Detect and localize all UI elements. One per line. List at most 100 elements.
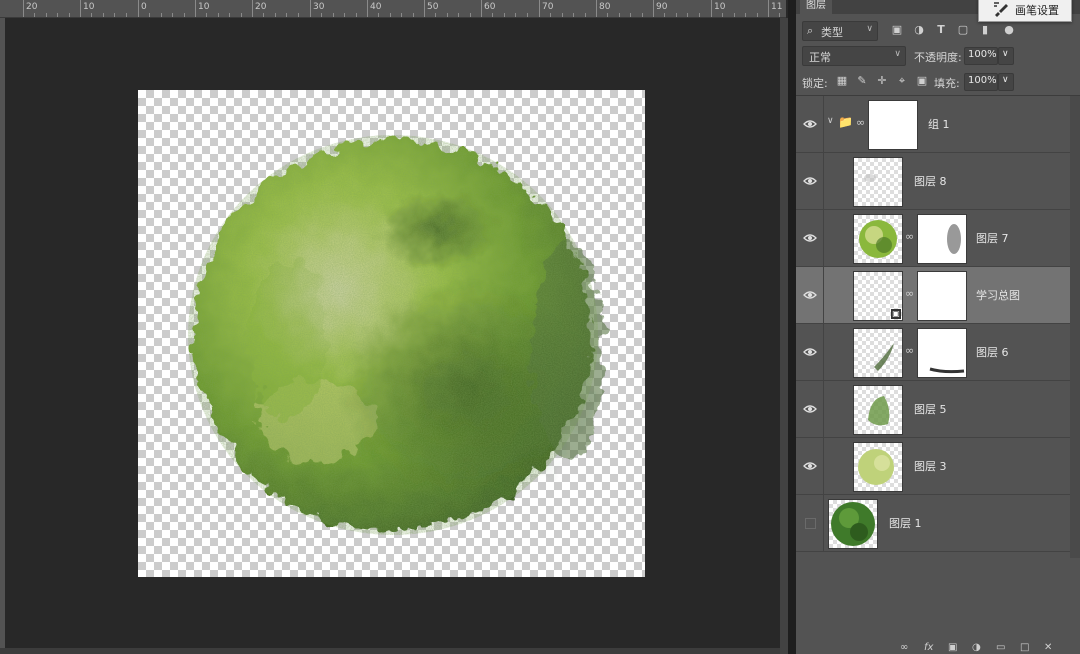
shape-filter-icon[interactable]: ▢ bbox=[956, 23, 970, 37]
eye-icon bbox=[803, 234, 817, 242]
ruler-major-tick bbox=[596, 0, 597, 17]
horizontal-ruler: 20 10 0 10 20 30 40 50 60 70 80 90 10 11 bbox=[0, 0, 786, 18]
ruler-label: 50 bbox=[427, 2, 439, 12]
layer-row-3[interactable]: 图层 3 bbox=[796, 438, 1070, 495]
visibility-toggle[interactable] bbox=[796, 495, 824, 551]
ruler-minor-tick bbox=[378, 13, 379, 17]
opacity-value: 100% bbox=[968, 49, 997, 60]
blend-mode-select[interactable]: 正常 ∨ bbox=[802, 46, 906, 66]
ruler-minor-tick bbox=[333, 13, 334, 17]
layer-style-icon[interactable]: fx bbox=[924, 642, 933, 653]
layer-row-5[interactable]: 图层 5 bbox=[796, 381, 1070, 438]
visibility-toggle[interactable] bbox=[796, 210, 824, 266]
link-layers-icon[interactable]: ∞ bbox=[900, 642, 908, 653]
fill-field[interactable]: 100% bbox=[964, 73, 998, 91]
ruler-minor-tick bbox=[722, 13, 723, 17]
text-filter-icon[interactable]: T bbox=[934, 23, 948, 37]
fill-dropdown[interactable]: ∨ bbox=[998, 73, 1014, 91]
layer-row-smart-object[interactable]: ▣ ∞ 学习总图 bbox=[796, 267, 1070, 324]
blend-row: 正常 ∨ 不透明度: 100% ∨ bbox=[796, 46, 1080, 68]
ruler-minor-tick bbox=[91, 13, 92, 17]
ruler-major-tick bbox=[80, 0, 81, 17]
document-workspace[interactable] bbox=[5, 18, 780, 648]
lock-all-icon[interactable]: ▣ bbox=[916, 75, 928, 87]
ruler-minor-tick bbox=[34, 13, 35, 17]
hidden-visibility-box bbox=[805, 518, 816, 529]
chevron-down-icon: ∨ bbox=[866, 24, 873, 34]
workspace-vertical-scrollbar[interactable] bbox=[780, 18, 788, 654]
artwork-green-sphere bbox=[188, 135, 603, 535]
visibility-toggle[interactable] bbox=[796, 96, 824, 152]
layer-mask-thumbnail[interactable] bbox=[917, 271, 967, 321]
lock-position-icon[interactable]: ✛ bbox=[876, 75, 888, 87]
layer-thumbnail bbox=[853, 385, 903, 435]
ruler-minor-tick bbox=[515, 13, 516, 17]
eye-icon bbox=[803, 120, 817, 128]
filter-toggle-icon[interactable]: ● bbox=[1002, 23, 1016, 37]
link-icon: ∞ bbox=[856, 116, 866, 129]
ruler-minor-tick bbox=[630, 13, 631, 17]
adjustment-layer-icon[interactable]: ◑ bbox=[972, 642, 981, 653]
visibility-toggle[interactable] bbox=[796, 153, 824, 209]
visibility-toggle[interactable] bbox=[796, 267, 824, 323]
ruler-minor-tick bbox=[642, 13, 643, 17]
ruler-minor-tick bbox=[46, 13, 47, 17]
ruler-minor-tick bbox=[229, 13, 230, 17]
ruler-minor-tick bbox=[607, 13, 608, 17]
tab-layers[interactable]: 图层 bbox=[800, 0, 832, 14]
visibility-toggle[interactable] bbox=[796, 324, 824, 380]
ruler-minor-tick bbox=[69, 13, 70, 17]
folder-icon: 📁 bbox=[838, 115, 853, 129]
ruler-minor-tick bbox=[492, 13, 493, 17]
layer-row-group-1[interactable]: ∨ 📁 ∞ 组 1 bbox=[796, 96, 1070, 153]
smart-object-filter-icon[interactable]: ▮ bbox=[978, 23, 992, 37]
ruler-label: 70 bbox=[542, 2, 554, 12]
adjustment-filter-icon[interactable]: ◑ bbox=[912, 23, 926, 37]
opacity-dropdown[interactable]: ∨ bbox=[998, 47, 1014, 65]
layer-mask-thumbnail[interactable] bbox=[917, 328, 967, 378]
ruler-minor-tick bbox=[275, 13, 276, 17]
ruler-minor-tick bbox=[504, 13, 505, 17]
layer-name: 图层 7 bbox=[976, 232, 1009, 245]
new-group-icon[interactable]: ▭ bbox=[996, 642, 1005, 653]
lock-transparent-pixels-icon[interactable]: ▦ bbox=[836, 75, 848, 87]
ruler-label: 0 bbox=[141, 2, 147, 12]
lock-artboard-icon[interactable]: ⌖ bbox=[896, 75, 908, 87]
ruler-minor-tick bbox=[241, 13, 242, 17]
layer-row-7[interactable]: ∞ 图层 7 bbox=[796, 210, 1070, 267]
image-filter-icon[interactable]: ▣ bbox=[890, 23, 904, 37]
ruler-major-tick bbox=[138, 0, 139, 17]
visibility-toggle[interactable] bbox=[796, 381, 824, 437]
new-layer-icon[interactable]: □ bbox=[1020, 642, 1029, 653]
layer-row-1[interactable]: 图层 1 bbox=[796, 495, 1070, 552]
ruler-minor-tick bbox=[527, 13, 528, 17]
document-canvas[interactable] bbox=[138, 90, 645, 577]
layers-scrollbar[interactable] bbox=[1070, 96, 1080, 558]
opacity-field[interactable]: 100% bbox=[964, 47, 998, 65]
visibility-toggle[interactable] bbox=[796, 438, 824, 494]
ruler-minor-tick bbox=[298, 13, 299, 17]
kind-select-value: 类型 bbox=[821, 26, 843, 39]
eye-icon bbox=[803, 405, 817, 413]
ruler-minor-tick bbox=[149, 13, 150, 17]
layer-kind-select[interactable]: ⌕ 类型 ∨ bbox=[802, 21, 878, 41]
ruler-label: 10 bbox=[714, 2, 726, 12]
layer-thumbnail bbox=[853, 157, 903, 207]
ruler-minor-tick bbox=[550, 13, 551, 17]
ruler-label: 11 bbox=[771, 2, 783, 12]
ruler-minor-tick bbox=[676, 13, 677, 17]
opacity-label: 不透明度: bbox=[914, 51, 962, 64]
layer-row-6[interactable]: ∞ 图层 6 bbox=[796, 324, 1070, 381]
ruler-label: 80 bbox=[599, 2, 611, 12]
expand-chevron-icon[interactable]: ∨ bbox=[827, 116, 834, 126]
layer-row-8[interactable]: 图层 8 bbox=[796, 153, 1070, 210]
ruler-minor-tick bbox=[779, 13, 780, 17]
layer-mask-thumbnail[interactable] bbox=[917, 214, 967, 264]
smart-object-icon: ▣ bbox=[891, 309, 901, 319]
add-mask-icon[interactable]: ▣ bbox=[948, 642, 957, 653]
panel-divider[interactable] bbox=[788, 0, 796, 654]
delete-layer-icon[interactable]: ✕ bbox=[1044, 642, 1052, 653]
lock-image-pixels-icon[interactable]: ✎ bbox=[856, 75, 868, 87]
ruler-major-tick bbox=[768, 0, 769, 17]
ruler-minor-tick bbox=[664, 13, 665, 17]
